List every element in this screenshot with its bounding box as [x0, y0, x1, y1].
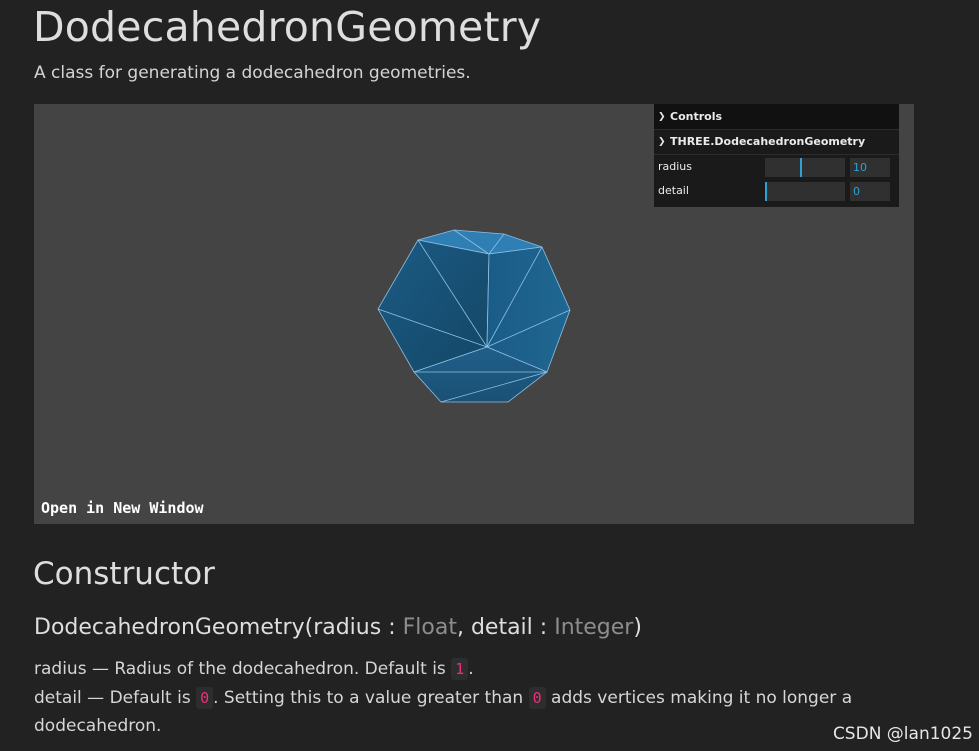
radius-slider[interactable]	[765, 158, 845, 177]
slider-knob[interactable]	[765, 182, 767, 201]
controls-panel: ❯ Controls ❯ THREE.DodecahedronGeometry ra…	[654, 104, 899, 207]
control-row-detail: detail 0	[654, 179, 899, 203]
control-label: detail	[658, 184, 689, 197]
page-title: DodecahedronGeometry	[33, 3, 542, 51]
folder-title[interactable]: ❯ THREE.DodecahedronGeometry	[654, 130, 899, 155]
open-in-new-window-link[interactable]: Open in New Window	[41, 499, 204, 517]
folder-title-label: THREE.DodecahedronGeometry	[670, 135, 866, 148]
comma: ,	[456, 615, 471, 640]
watermark: CSDN @lan1025	[832, 724, 973, 744]
code-radius-default: 1	[451, 658, 469, 680]
open-paren: (	[304, 615, 314, 640]
type-float-link[interactable]: Float	[403, 615, 457, 640]
page-subtitle: A class for generating a dodecahedron ge…	[34, 63, 471, 83]
detail-number-input[interactable]: 0	[850, 182, 890, 201]
control-label: radius	[658, 160, 693, 173]
type-separator: :	[532, 615, 555, 640]
detail-slider[interactable]	[765, 182, 845, 201]
param-radius-desc: radius — Radius of the dodecahedron. Def…	[34, 655, 474, 684]
3d-viewport[interactable]: Open in New Window ❯ Controls ❯ THREE.Dode…	[34, 104, 914, 524]
controls-title[interactable]: ❯ Controls	[654, 104, 899, 130]
slider-knob[interactable]	[800, 158, 802, 177]
constructor-signature: DodecahedronGeometry(radius : Float, det…	[34, 615, 642, 640]
constructor-name: DodecahedronGeometry	[34, 615, 305, 640]
param-detail-desc: detail — Default is 0. Setting this to a…	[34, 684, 852, 713]
detail-desc-text: detail — Default is	[34, 688, 191, 708]
section-heading-constructor: Constructor	[33, 556, 215, 592]
close-paren: )	[633, 615, 642, 640]
detail-desc-end: adds vertices making it no longer a	[551, 688, 853, 708]
code-detail-default: 0	[196, 687, 214, 709]
docs-page: DodecahedronGeometry A class for generat…	[0, 0, 979, 751]
detail-desc-mid: . Setting this to a value greater than	[213, 688, 524, 708]
chevron-down-icon: ❯	[658, 137, 666, 147]
controls-title-label: Controls	[670, 110, 723, 123]
radius-desc-text: radius — Radius of the dodecahedron. Def…	[34, 659, 446, 679]
code-detail-value: 0	[528, 687, 546, 709]
type-separator: :	[381, 615, 403, 640]
param-detail: detail	[470, 615, 533, 640]
param-radius: radius	[313, 615, 382, 640]
radius-desc-end: .	[468, 659, 474, 679]
type-integer-link[interactable]: Integer	[554, 615, 633, 640]
chevron-down-icon: ❯	[658, 111, 666, 122]
radius-number-input[interactable]: 10	[850, 158, 890, 177]
param-detail-desc-cont: dodecahedron.	[34, 716, 162, 736]
control-row-radius: radius 10	[654, 155, 899, 179]
